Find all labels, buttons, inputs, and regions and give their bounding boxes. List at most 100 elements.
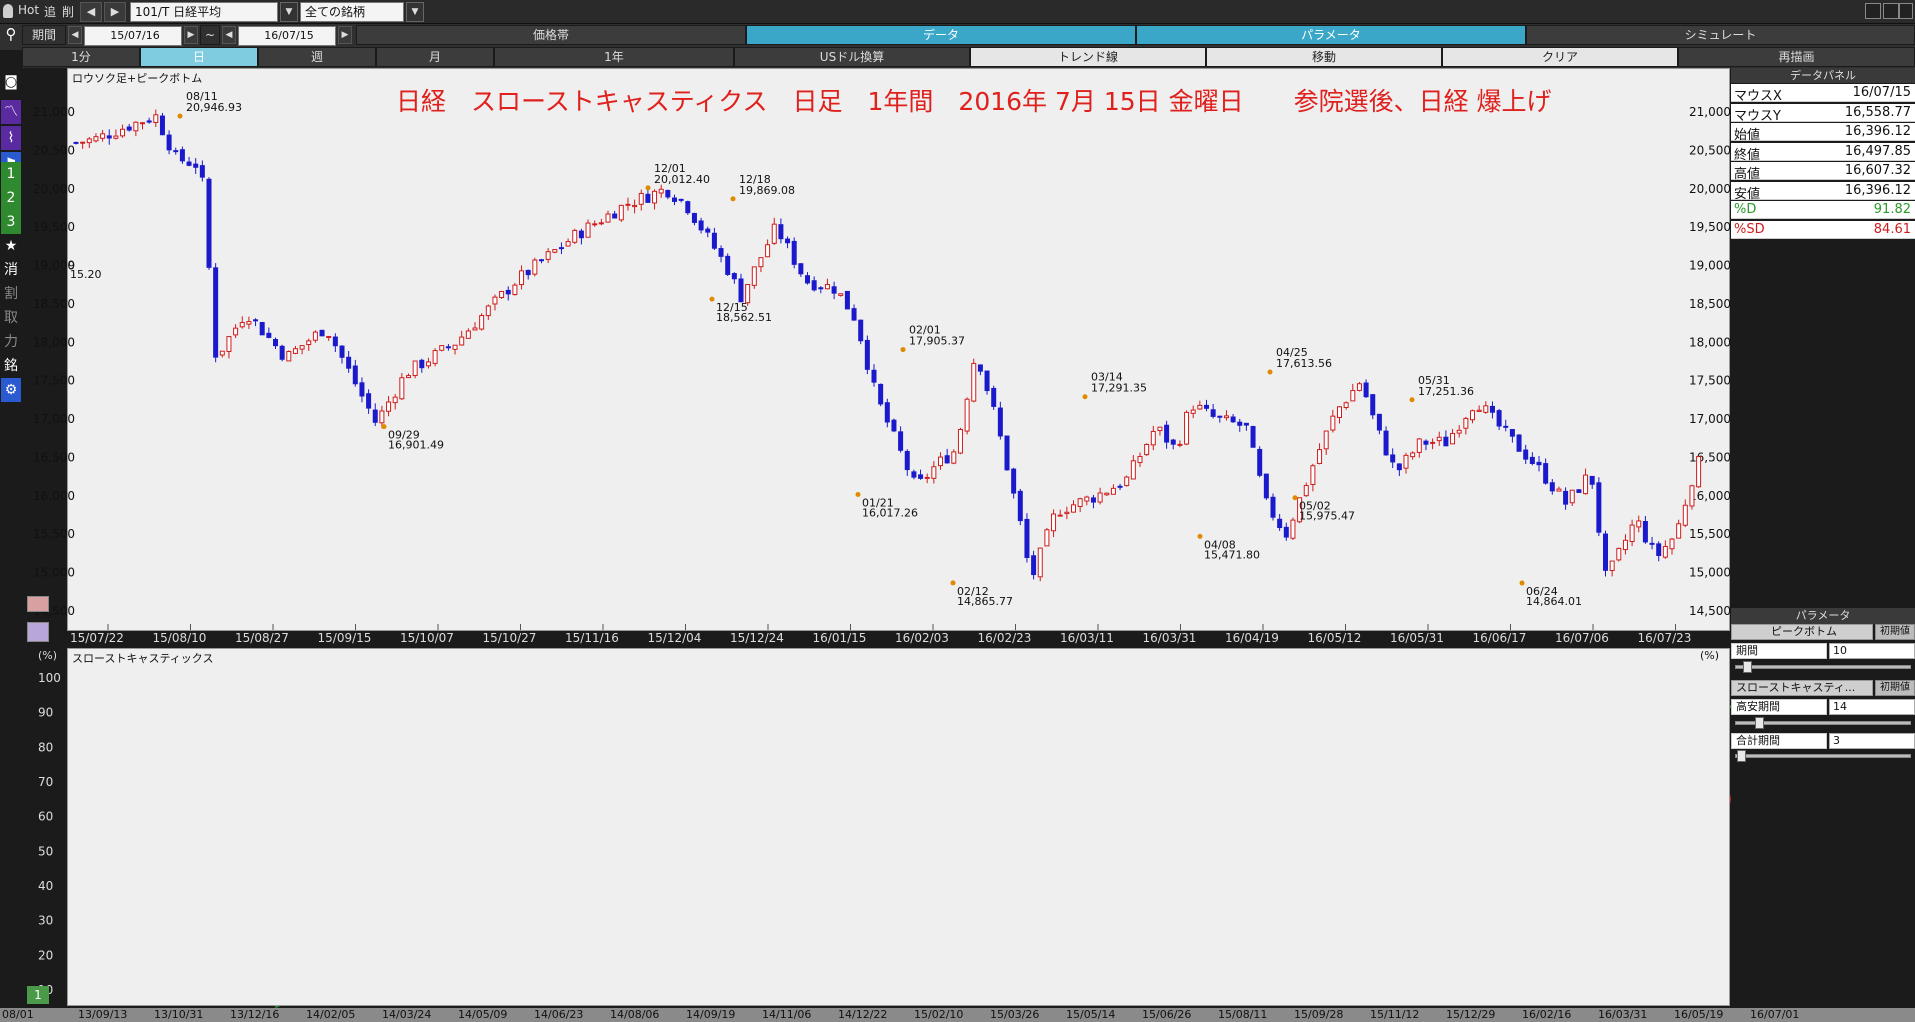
candle-body xyxy=(1190,409,1196,414)
candle-body xyxy=(705,228,711,233)
candle-body xyxy=(439,345,445,351)
candle-body xyxy=(1583,474,1589,495)
candle-body xyxy=(672,197,677,202)
candle-body xyxy=(957,429,963,454)
candle-body xyxy=(1456,429,1462,434)
peak-period-field[interactable]: 10 xyxy=(1829,643,1915,659)
bottom-date: 14/02/05 xyxy=(306,1008,356,1021)
bottom-price-label: 16,017.26 xyxy=(862,507,918,520)
candle-body xyxy=(984,370,990,392)
candle-body xyxy=(1210,409,1216,417)
bottom-date-bar[interactable]: 08/01 13/09/13 13/10/31 13/12/16 14/02/05 14/… xyxy=(0,1008,1915,1022)
candle-body xyxy=(1689,485,1695,507)
candle-body xyxy=(1204,404,1209,409)
candle-body xyxy=(286,350,292,362)
candle-body xyxy=(831,286,837,294)
data-row-label: 始値 xyxy=(1734,128,1761,143)
candle-body xyxy=(1662,545,1668,558)
candle-body xyxy=(292,348,298,354)
candle-body xyxy=(1563,490,1569,505)
candle-body xyxy=(1430,441,1436,444)
bottom-date: 15/08/11 xyxy=(1218,1008,1268,1021)
bottom-date: 13/09/13 xyxy=(78,1008,128,1021)
candle-body xyxy=(1277,518,1283,529)
candle-body xyxy=(851,308,857,321)
candle-body xyxy=(173,150,179,153)
candle-body xyxy=(532,259,538,275)
candle-body xyxy=(239,322,245,328)
x-tick-label: 16/05/12 xyxy=(1308,631,1362,645)
peak-price-label: 19,869.08 xyxy=(739,184,795,197)
candle-body xyxy=(565,241,571,247)
y-tick-label-left: 19,000 xyxy=(33,259,75,273)
candle-body xyxy=(505,289,511,295)
x-tick-label: 16/06/17 xyxy=(1473,631,1527,645)
candle-body xyxy=(552,249,558,253)
bottom-marker xyxy=(1197,533,1203,539)
candle-body xyxy=(133,121,139,132)
candle-body xyxy=(1676,523,1682,539)
candle-body xyxy=(86,138,92,144)
peak-marker xyxy=(1082,394,1088,400)
candle-body xyxy=(246,321,252,325)
candle-body xyxy=(1383,430,1389,456)
candle-body xyxy=(1117,485,1123,488)
chart-thumb-icon[interactable] xyxy=(27,596,49,612)
stoch-reset-button[interactable]: 初期値 xyxy=(1875,680,1915,696)
x-tick-label: 16/05/31 xyxy=(1390,631,1444,645)
candle-body xyxy=(1037,547,1043,578)
candle-body xyxy=(273,338,278,347)
candle-body xyxy=(332,336,338,347)
candle-body xyxy=(638,192,644,205)
peak-reset-button[interactable]: 初期値 xyxy=(1875,624,1915,640)
candle-body xyxy=(199,165,205,178)
candle-body xyxy=(864,339,870,370)
candle-body xyxy=(1090,497,1096,503)
stoch-hl-field[interactable]: 14 xyxy=(1829,699,1915,715)
peak-period-slider[interactable] xyxy=(1735,665,1911,669)
candle-body xyxy=(126,126,132,131)
candle-body xyxy=(558,247,564,250)
candle-body xyxy=(997,407,1003,437)
y-tick-label-left: 17,000 xyxy=(33,412,75,426)
candle-body xyxy=(106,135,112,139)
y-tick-label-left: 16,000 xyxy=(33,489,75,503)
candle-body xyxy=(612,213,618,219)
bottom-marker xyxy=(950,580,956,586)
candle-body xyxy=(1363,382,1369,398)
candle-body xyxy=(312,331,318,341)
data-row-label: %SD xyxy=(1734,221,1765,237)
x-tick-label: 16/07/06 xyxy=(1555,631,1609,645)
candle-body xyxy=(1649,542,1655,545)
candle-body xyxy=(1509,429,1515,437)
bottom-date: 15/09/28 xyxy=(1294,1008,1344,1021)
candle-body xyxy=(1682,504,1688,526)
bottom-date: 14/09/19 xyxy=(686,1008,736,1021)
chart-thumb2-icon[interactable] xyxy=(27,622,49,642)
candle-body xyxy=(73,141,79,144)
candle-body xyxy=(632,204,638,208)
peak-period-label: 期間 xyxy=(1731,643,1827,659)
bottom-date: 16/05/19 xyxy=(1674,1008,1724,1021)
candle-body xyxy=(1150,430,1156,446)
candle-body xyxy=(1410,452,1416,458)
candle-body xyxy=(1656,543,1662,556)
bottom-date: 08/01 xyxy=(2,1008,34,1021)
candle-body xyxy=(372,409,378,423)
bottom-date: 13/12/16 xyxy=(230,1008,280,1021)
peak-period-thumb[interactable] xyxy=(1743,661,1752,673)
peak-price-label: 17,613.56 xyxy=(1276,357,1332,370)
stoch-hl-thumb[interactable] xyxy=(1755,717,1764,729)
stoch-sum-thumb[interactable] xyxy=(1737,750,1746,762)
stoch-sum-slider[interactable] xyxy=(1735,754,1911,758)
candle-body xyxy=(1516,434,1522,452)
candle-body xyxy=(878,383,884,405)
stoch-sum-field[interactable]: 3 xyxy=(1829,733,1915,749)
y-tick-label-left: 20,500 xyxy=(33,143,75,157)
bottom-date: 15/12/29 xyxy=(1446,1008,1496,1021)
bottom-date: 15/02/10 xyxy=(914,1008,964,1021)
candle-body xyxy=(1157,426,1163,432)
stochastic-panel[interactable] xyxy=(67,648,1730,1006)
x-tick-label: 15/08/10 xyxy=(153,631,207,645)
page-badge[interactable]: 1 xyxy=(27,986,49,1004)
